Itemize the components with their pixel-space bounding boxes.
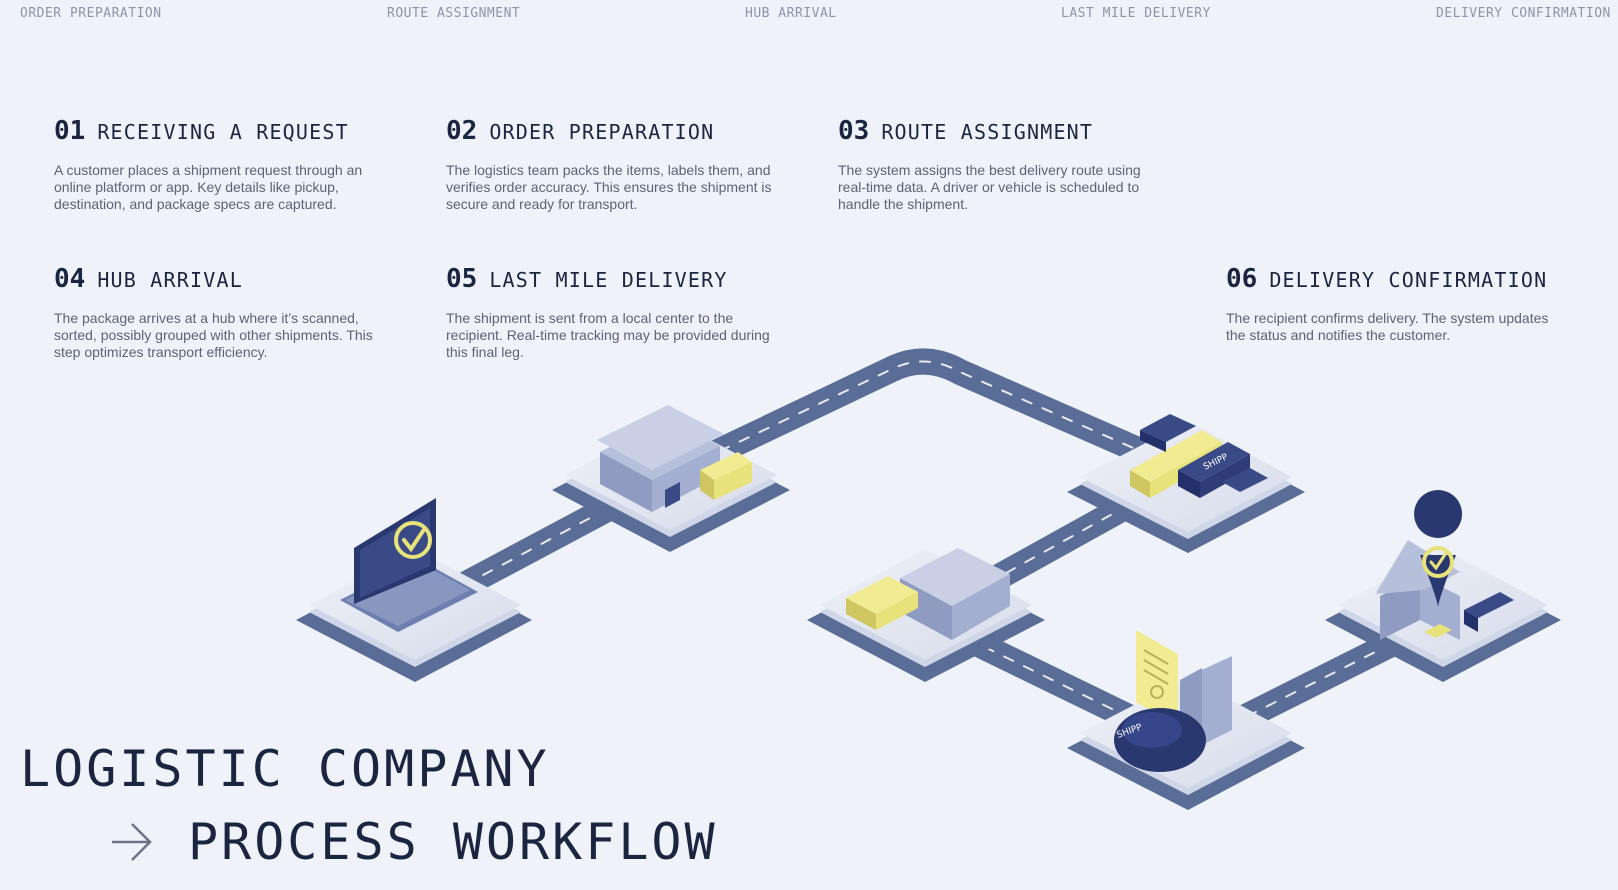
step-06: 06 DELIVERY CONFIRMATION The recipient co… (1226, 264, 1596, 344)
step-title: LAST MILE DELIVERY (489, 268, 728, 292)
step-title: ROUTE ASSIGNMENT (881, 120, 1094, 144)
step-number: 06 (1226, 264, 1258, 294)
step-number: 02 (446, 116, 478, 146)
step-title: HUB ARRIVAL (97, 268, 243, 292)
page-title-line1: LOGISTIC COMPANY (20, 740, 550, 798)
step-title: DELIVERY CONFIRMATION (1269, 268, 1548, 292)
page-title-line2: PROCESS WORKFLOW (188, 813, 718, 871)
step-number: 04 (54, 264, 86, 294)
step-04: 04 HUB ARRIVAL The package arrives at a h… (54, 264, 394, 361)
step-number: 01 (54, 116, 86, 146)
step-title: ORDER PREPARATION (489, 120, 715, 144)
step-description: The logistics team packs the items, labe… (446, 162, 772, 212)
step-03: 03 ROUTE ASSIGNMENT The system assigns th… (838, 116, 1178, 213)
step-title: RECEIVING A REQUEST (97, 120, 349, 144)
step-description: The shipment is sent from a local center… (446, 310, 770, 360)
step-number: 03 (838, 116, 870, 146)
road-network (412, 348, 1458, 759)
step-description: The package arrives at a hub where it’s … (54, 310, 373, 360)
step-02: 02 ORDER PREPARATION The logistics team p… (446, 116, 786, 213)
step-01: 01 RECEIVING A REQUEST A customer places … (54, 116, 394, 213)
step-description: The system assigns the best delivery rou… (838, 162, 1141, 212)
arrow-right-icon (112, 823, 152, 861)
step-description: The recipient confirms delivery. The sys… (1226, 310, 1549, 343)
step-05: 05 LAST MILE DELIVERY The shipment is sen… (446, 264, 786, 361)
step-description: A customer places a shipment request thr… (54, 162, 363, 212)
step-number: 05 (446, 264, 478, 294)
